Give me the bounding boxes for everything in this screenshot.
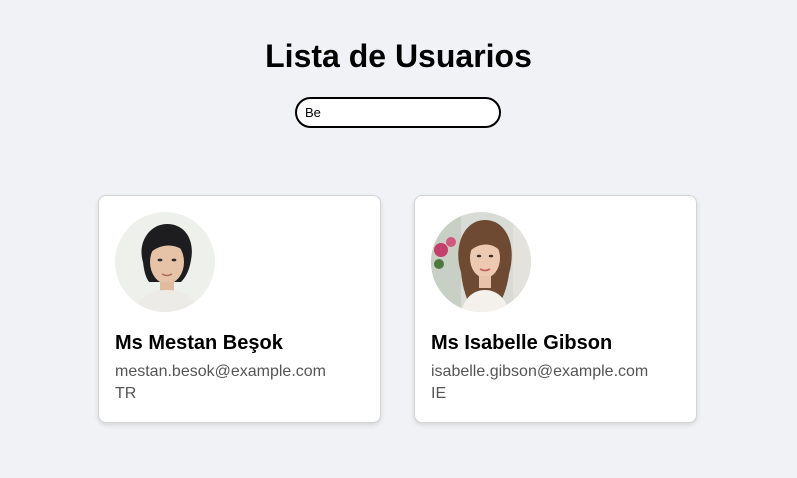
user-name: Ms Mestan Beşok <box>115 332 283 354</box>
user-list-page: Lista de Usuarios Ms Mestan Beşok mestan… <box>0 0 797 478</box>
user-photo-icon <box>115 212 215 312</box>
user-country: IE <box>431 385 447 402</box>
avatar <box>115 212 215 312</box>
page-title: Lista de Usuarios <box>265 38 532 74</box>
user-email: isabelle.gibson@example.com <box>431 363 649 380</box>
user-card[interactable]: Ms Isabelle Gibson isabelle.gibson@examp… <box>414 195 697 423</box>
search-input[interactable] <box>295 97 501 128</box>
user-card[interactable]: Ms Mestan Beşok mestan.besok@example.com… <box>98 195 381 423</box>
avatar <box>431 212 531 312</box>
user-country: TR <box>115 385 137 402</box>
user-email: mestan.besok@example.com <box>115 363 326 380</box>
user-name: Ms Isabelle Gibson <box>431 332 613 354</box>
user-photo-icon <box>431 212 531 312</box>
